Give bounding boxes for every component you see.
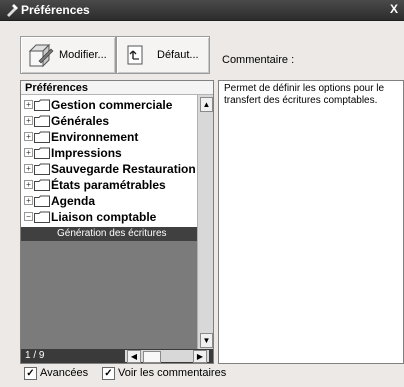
- tree-item-environnement[interactable]: + Environnement: [21, 129, 197, 145]
- scroll-right-button[interactable]: ▶: [193, 350, 207, 363]
- folder-icon: [34, 211, 50, 223]
- title-bar: Préférences X: [0, 0, 404, 21]
- comment-label: Commentaire :: [222, 54, 295, 66]
- tree-item-label: États paramétrables: [51, 178, 166, 192]
- expand-icon[interactable]: +: [24, 196, 33, 205]
- preferences-tree: + Gestion commerciale + Générales + Envi…: [21, 95, 197, 349]
- preferences-header: Préférences: [21, 81, 213, 95]
- scroll-thumb[interactable]: [143, 351, 161, 363]
- tree-item-agenda[interactable]: + Agenda: [21, 193, 197, 209]
- tree-item-etats-parametrables[interactable]: + États paramétrables: [21, 177, 197, 193]
- expand-icon[interactable]: +: [24, 132, 33, 141]
- folder-icon: [34, 163, 50, 175]
- tree-item-label: Gestion commerciale: [51, 98, 173, 112]
- tree-item-generation-ecritures[interactable]: Génération des écritures: [21, 227, 197, 241]
- scroll-up-button[interactable]: ▲: [200, 97, 213, 112]
- tree-item-label: Liaison comptable: [51, 210, 157, 224]
- tree-item-label: Générales: [51, 114, 110, 128]
- folder-icon: [34, 195, 50, 207]
- tree-item-label: Génération des écritures: [57, 228, 167, 239]
- expand-icon[interactable]: +: [24, 116, 33, 125]
- tree-item-liaison-comptable[interactable]: − Liaison comptable: [21, 209, 197, 225]
- folder-icon: [34, 131, 50, 143]
- window-title: Préférences: [21, 3, 90, 17]
- tree-item-label: Agenda: [51, 194, 96, 208]
- tree-item-gestion-commerciale[interactable]: + Gestion commerciale: [21, 97, 197, 113]
- tree-item-label: Environnement: [51, 130, 139, 144]
- expand-icon[interactable]: +: [24, 180, 33, 189]
- voir-commentaires-label: Voir les commentaires: [118, 367, 227, 379]
- defaut-button-label: Défaut...: [157, 49, 199, 61]
- page-indicator: 1 / 9: [25, 350, 45, 361]
- folder-icon: [34, 147, 50, 159]
- expand-icon[interactable]: +: [24, 148, 33, 157]
- checkmark-icon: ✓: [24, 367, 37, 380]
- folder-icon: [34, 115, 50, 127]
- avancees-label: Avancées: [40, 367, 89, 379]
- scroll-left-button[interactable]: ◀: [127, 350, 141, 363]
- edit-icon: [28, 43, 54, 68]
- folder-icon: [34, 99, 50, 111]
- close-button[interactable]: X: [386, 1, 402, 17]
- reset-icon: [127, 45, 143, 65]
- comment-box: Permet de définir les options pour le tr…: [218, 80, 404, 364]
- tree-empty-area: [21, 241, 197, 349]
- expand-icon[interactable]: +: [24, 100, 33, 109]
- preferences-panel: Préférences + Gestion commerciale + Géné…: [20, 80, 214, 364]
- preferences-footer: 1 / 9 ◀ ▶: [21, 349, 213, 363]
- vertical-scrollbar[interactable]: ▲ ▼: [197, 95, 213, 349]
- tree-item-sauvegarde-restauration[interactable]: + Sauvegarde Restauration: [21, 161, 197, 177]
- defaut-button[interactable]: Défaut...: [116, 36, 210, 74]
- tree-item-label: Sauvegarde Restauration: [51, 162, 196, 176]
- tree-item-label: Impressions: [51, 146, 122, 160]
- horizontal-scrollbar[interactable]: ◀ ▶: [125, 350, 209, 363]
- collapse-icon[interactable]: −: [24, 212, 33, 221]
- modifier-button[interactable]: Modifier...: [20, 36, 116, 74]
- comment-text: Permet de définir les options pour le tr…: [224, 83, 385, 106]
- folder-icon: [34, 179, 50, 191]
- tree-item-impressions[interactable]: + Impressions: [21, 145, 197, 161]
- tree-item-generales[interactable]: + Générales: [21, 113, 197, 129]
- preferences-app-icon: [7, 4, 18, 17]
- modifier-button-label: Modifier...: [59, 49, 107, 61]
- scroll-down-button[interactable]: ▼: [200, 333, 213, 348]
- expand-icon[interactable]: +: [24, 164, 33, 173]
- checkmark-icon: ✓: [102, 367, 115, 380]
